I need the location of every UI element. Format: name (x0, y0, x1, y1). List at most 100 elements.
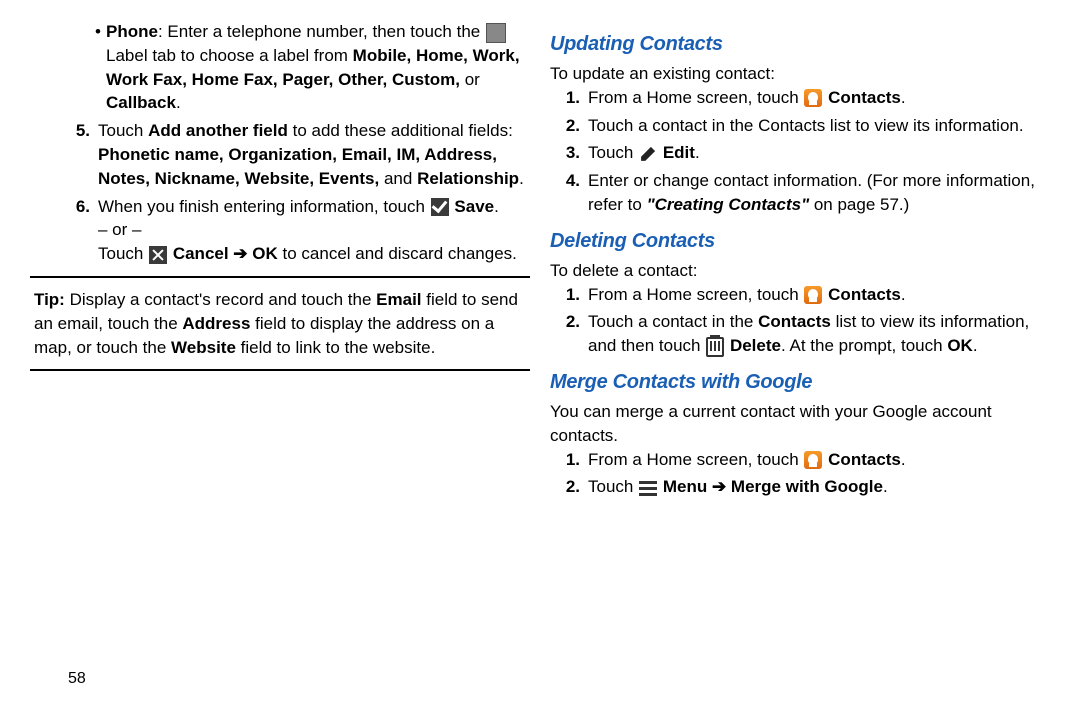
heading-deleting: Deleting Contacts (550, 227, 1050, 255)
t: Touch (98, 244, 148, 263)
contacts-icon (804, 451, 822, 469)
list-item: 2. Touch a contact in the Contacts list … (550, 310, 1050, 358)
t: Contacts (758, 312, 831, 331)
trash-icon (706, 337, 724, 357)
menu-icon (639, 479, 657, 497)
list-item: 5. Touch Add another field to add these … (60, 119, 530, 190)
t: . At the prompt, touch (781, 336, 947, 355)
t: Save (454, 197, 494, 216)
cross-ref: "Creating Contacts" (647, 195, 810, 214)
check-icon (431, 198, 449, 216)
intro: You can merge a current contact with you… (550, 400, 1050, 448)
phone-label: Phone (106, 22, 158, 41)
divider (30, 369, 530, 371)
list-item: 1. From a Home screen, touch Contacts. (550, 86, 1050, 110)
t: When you finish entering information, to… (98, 197, 430, 216)
t: From a Home screen, touch (588, 450, 803, 469)
step-text: When you finish entering information, to… (98, 195, 530, 266)
t: : Enter a telephone number, then touch t… (158, 22, 485, 41)
heading-updating: Updating Contacts (550, 30, 1050, 58)
t: Relationship (417, 169, 519, 188)
t: Touch (98, 121, 148, 140)
t: Delete (730, 336, 781, 355)
step-text: Touch a contact in the Contacts list to … (588, 114, 1050, 138)
t: Display a contact's record and touch the (70, 290, 377, 309)
step-number: 1. (550, 283, 588, 307)
t: Callback (106, 93, 176, 112)
step-number: 2. (550, 114, 588, 138)
t: OK (947, 336, 973, 355)
manual-page: • Phone: Enter a telephone number, then … (0, 0, 1080, 680)
left-column: • Phone: Enter a telephone number, then … (30, 20, 530, 670)
list-item: 6. When you finish entering information,… (60, 195, 530, 266)
list-item: 4. Enter or change contact information. … (550, 169, 1050, 217)
step-text: Touch a contact in the Contacts list to … (588, 310, 1050, 358)
t: to cancel and discard changes. (278, 244, 517, 263)
list-item: 2. Touch Menu ➔ Merge with Google. (550, 475, 1050, 499)
divider (30, 276, 530, 278)
tip-block: Tip: Display a contact's record and touc… (30, 288, 530, 359)
t: Label tab to choose a label from (106, 46, 353, 65)
page-number: 58 (68, 670, 86, 688)
bullet-row: • Phone: Enter a telephone number, then … (90, 20, 530, 115)
bullet-mark: • (90, 20, 106, 115)
step-number: 2. (550, 475, 588, 499)
list-item: 1. From a Home screen, touch Contacts. (550, 448, 1050, 472)
pencil-icon (639, 145, 657, 163)
step-number: 3. (550, 141, 588, 165)
step6-block: 6. When you finish entering information,… (60, 195, 530, 266)
contacts-icon (804, 286, 822, 304)
step-number: 1. (550, 448, 588, 472)
t: Address (182, 314, 250, 333)
step-number: 6. (60, 195, 98, 266)
intro: To delete a contact: (550, 259, 1050, 283)
t: Contacts (828, 88, 901, 107)
list-item: 1. From a Home screen, touch Contacts. (550, 283, 1050, 307)
arrow-icon: ➔ (229, 244, 253, 263)
t: Website (171, 338, 236, 357)
right-column: Updating Contacts To update an existing … (550, 20, 1050, 670)
phone-bullet-block: • Phone: Enter a telephone number, then … (90, 20, 530, 115)
step-text: From a Home screen, touch Contacts. (588, 86, 1050, 110)
t: Touch (588, 143, 638, 162)
t: field to link to the website. (236, 338, 435, 357)
arrow-icon: ➔ (707, 477, 731, 496)
t: Cancel (173, 244, 229, 263)
heading-merge: Merge Contacts with Google (550, 368, 1050, 396)
t: and (384, 169, 417, 188)
t: Edit (663, 143, 695, 162)
t: Contacts (828, 285, 901, 304)
intro: To update an existing contact: (550, 62, 1050, 86)
t: Contacts (828, 450, 901, 469)
step-number: 2. (550, 310, 588, 358)
bullet-text: Phone: Enter a telephone number, then to… (106, 20, 530, 115)
t: Add another field (148, 121, 288, 140)
t: Email (376, 290, 421, 309)
t: or (465, 70, 480, 89)
contacts-icon (804, 89, 822, 107)
step-text: Touch Menu ➔ Merge with Google. (588, 475, 1050, 499)
x-icon (149, 246, 167, 264)
label-tab-icon (486, 23, 506, 43)
list-item: 2. Touch a contact in the Contacts list … (550, 114, 1050, 138)
t: – or – (98, 220, 141, 239)
step-number: 4. (550, 169, 588, 217)
step-text: From a Home screen, touch Contacts. (588, 448, 1050, 472)
t: OK (252, 244, 278, 263)
tip-label: Tip: (34, 290, 70, 309)
t: Menu (663, 477, 707, 496)
t: on page 57.) (809, 195, 909, 214)
t: to add these additional fields: (288, 121, 513, 140)
step-text: Touch Edit. (588, 141, 1050, 165)
t: Touch a contact in the (588, 312, 758, 331)
step5-block: 5. Touch Add another field to add these … (60, 119, 530, 190)
t: Merge with Google (731, 477, 883, 496)
list-item: 3. Touch Edit. (550, 141, 1050, 165)
t: From a Home screen, touch (588, 285, 803, 304)
t: Touch (588, 477, 638, 496)
step-number: 1. (550, 86, 588, 110)
t: From a Home screen, touch (588, 88, 803, 107)
step-number: 5. (60, 119, 98, 190)
step-text: Enter or change contact information. (Fo… (588, 169, 1050, 217)
step-text: From a Home screen, touch Contacts. (588, 283, 1050, 307)
